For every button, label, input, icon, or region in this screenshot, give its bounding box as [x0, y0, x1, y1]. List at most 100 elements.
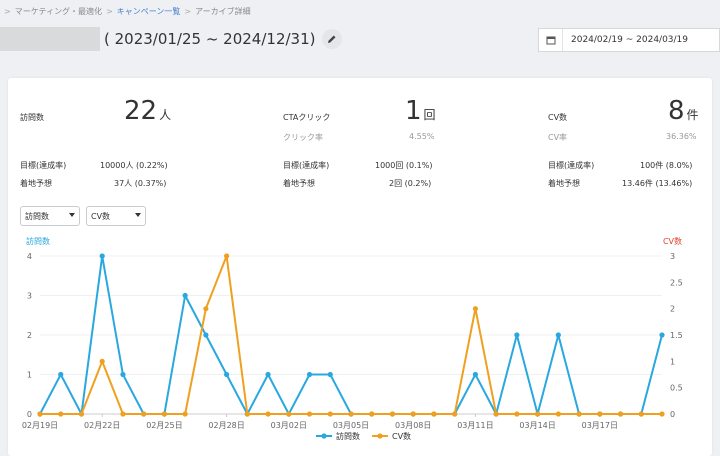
goal-label: 目標(達成率): [283, 161, 330, 170]
forecast-label: 着地予想: [548, 179, 580, 188]
data-point-visits: [514, 332, 520, 338]
breadcrumb-separator: >: [106, 7, 113, 16]
right-axis-metric-select[interactable]: CV数: [86, 206, 146, 226]
data-point-cv: [514, 411, 520, 417]
date-range-picker[interactable]: 2024/02/19 ~ 2024/03/19: [538, 28, 720, 52]
metric-sub-value: 4.55%: [409, 132, 435, 141]
x-tick-label: 02月28日: [208, 421, 244, 430]
data-point-cv: [576, 411, 582, 417]
select-value: CV数: [91, 211, 111, 221]
left-tick-label: 4: [27, 252, 32, 261]
left-tick-label: 1: [27, 371, 32, 380]
metric-unit: 件: [686, 108, 699, 122]
x-tick-label: 02月22日: [84, 421, 120, 430]
right-tick-label: 0: [670, 410, 675, 419]
data-point-visits: [659, 332, 665, 338]
data-point-cv: [410, 411, 416, 417]
right-tick-label: 2: [670, 305, 675, 314]
breadcrumb-item-archive-detail: アーカイブ詳細: [195, 7, 251, 16]
data-point-cv: [431, 411, 437, 417]
data-point-cv: [493, 411, 499, 417]
data-point-cv: [78, 411, 85, 417]
data-point-cv: [265, 411, 271, 417]
data-point-cv: [286, 411, 292, 417]
metric-value: 1回: [405, 96, 436, 126]
data-point-visits: [327, 371, 333, 378]
summary-card: 訪問数 22 人 目標(達成率) 10000人 (0.22%) 着地予想 37人 …: [8, 78, 712, 456]
left-tick-label: 2: [27, 331, 32, 340]
legend-marker: [321, 433, 327, 439]
legend-label: CV数: [392, 431, 411, 441]
metric-unit: 人: [159, 108, 172, 122]
data-point-cv: [99, 358, 105, 364]
metric-value: 8件: [668, 96, 699, 126]
x-tick-label: 03月14日: [519, 421, 555, 430]
left-axis-title: 訪問数: [26, 236, 50, 246]
data-point-cv: [244, 411, 250, 417]
forecast-value: 13.46件 (13.46%): [622, 179, 693, 188]
data-point-cv: [58, 411, 64, 417]
data-point-cv: [389, 411, 396, 417]
x-tick-label: 03月05日: [333, 421, 369, 430]
goal-value: 10000人 (0.22%): [100, 161, 168, 170]
select-value: 訪問数: [25, 211, 49, 221]
forecast-value: 2回 (0.2%): [389, 179, 432, 188]
breadcrumb: > マーケティング・最適化 > キャンペーン一覧 > アーカイブ詳細: [4, 6, 251, 17]
data-point-cv: [203, 306, 209, 312]
data-point-visits: [306, 371, 313, 378]
x-tick-label: 02月25日: [146, 421, 182, 430]
data-point-cv: [617, 411, 624, 417]
legend-label: 訪問数: [336, 431, 360, 441]
x-tick-label: 03月08日: [395, 421, 431, 430]
data-point-cv: [327, 411, 333, 417]
data-point-cv: [555, 411, 561, 417]
data-point-cv: [472, 306, 478, 312]
right-tick-label: 0.5: [670, 384, 683, 393]
metric-label: CV数: [548, 113, 568, 122]
metric-number: 1: [405, 96, 422, 126]
x-tick-label: 02月19日: [22, 421, 58, 430]
data-point-visits: [182, 292, 188, 299]
breadcrumb-item-campaign-list[interactable]: キャンペーン一覧: [117, 6, 181, 17]
data-point-cv: [306, 411, 313, 417]
data-point-cv: [141, 411, 147, 417]
data-point-visits: [58, 371, 64, 378]
left-tick-label: 3: [27, 292, 32, 301]
forecast-label: 着地予想: [20, 179, 52, 188]
data-point-visits: [224, 371, 230, 378]
pencil-icon: [327, 35, 335, 43]
chevron-down-icon: [69, 213, 75, 217]
x-tick-label: 03月11日: [457, 421, 493, 430]
goal-value: 1000回 (0.1%): [375, 161, 433, 170]
line-chart: 訪問数 CV数 0 1 2 3 4 0 0.5 1 1.5 2 2.5 3 02月19日 02月22日 02月2…: [22, 236, 683, 441]
redacted-campaign-name: [0, 27, 100, 51]
left-axis-metric-select[interactable]: 訪問数: [20, 206, 80, 226]
metric-sub-label: クリック率: [283, 133, 323, 142]
data-point-visits: [99, 253, 105, 259]
forecast-value: 37人 (0.37%): [114, 179, 167, 188]
campaign-period: ( 2023/01/25 ~ 2024/12/31): [104, 30, 316, 48]
data-point-cv: [535, 411, 541, 417]
title-row: ( 2023/01/25 ~ 2024/12/31): [0, 26, 342, 52]
breadcrumb-separator: >: [184, 7, 192, 16]
data-point-cv: [182, 411, 188, 417]
data-point-visits: [203, 332, 209, 338]
data-point-visits: [472, 371, 478, 378]
legend-marker: [377, 433, 383, 439]
right-tick-label: 2.5: [670, 278, 683, 287]
data-point-cv: [120, 411, 126, 417]
breadcrumb-item-marketing[interactable]: マーケティング・最適化: [15, 6, 102, 17]
forecast-label: 着地予想: [283, 179, 315, 188]
breadcrumb-separator: >: [4, 7, 11, 16]
date-range-value[interactable]: 2024/02/19 ~ 2024/03/19: [571, 35, 688, 45]
metric-value: 22 人: [124, 96, 171, 126]
data-point-visits: [120, 371, 126, 378]
calendar-icon[interactable]: [539, 29, 563, 51]
chevron-down-icon: [135, 213, 141, 217]
data-point-cv: [659, 411, 665, 417]
edit-button[interactable]: [321, 29, 342, 49]
metric-sub-label: CV率: [548, 133, 568, 142]
goal-label: 目標(達成率): [548, 161, 595, 170]
metric-label: CTAクリック: [283, 113, 331, 122]
metric-unit: 回: [423, 108, 436, 122]
